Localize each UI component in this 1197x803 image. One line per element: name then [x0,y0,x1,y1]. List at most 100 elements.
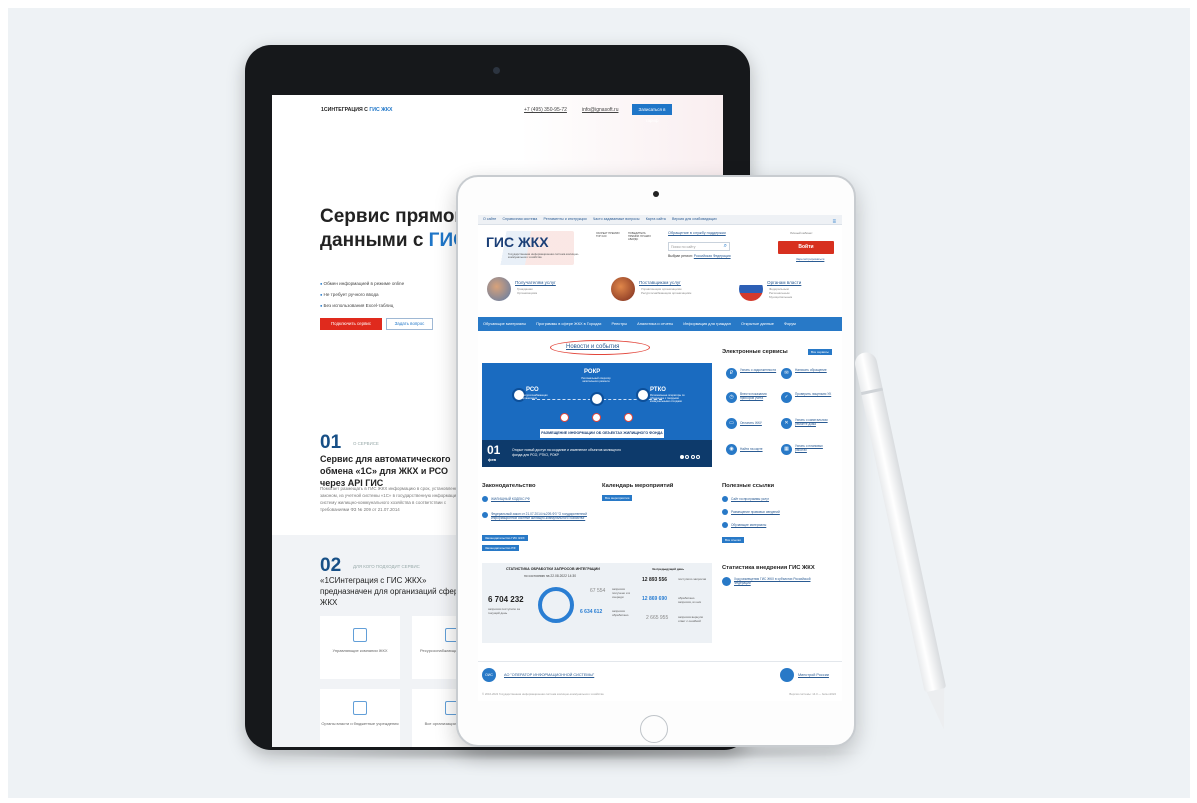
service-link[interactable]: Внести показания приборов учета [740,392,780,400]
prev-errors-label: запросов вернули ответ с ошибкой [678,615,704,623]
service-link[interactable]: Найти на карте [740,447,780,451]
law-gis-button[interactable]: Законодательство ГИС ЖКХ [482,535,528,541]
support-link[interactable]: Обращение в службу поддержки [668,231,726,235]
slide-right-title: РТКО [650,387,666,393]
nav-item[interactable]: Информация для граждан [683,321,731,326]
region-selector[interactable]: Выбран регион: Российская Федерация [668,254,731,258]
law-rf-button[interactable]: Законодательство РФ [482,545,519,551]
useful-link[interactable]: Сайт госпрограммы услуг [731,497,769,501]
license-icon: ✓ [781,392,792,403]
camera-icon [493,67,500,74]
nav-item[interactable]: Аналитика и отчеты [637,321,673,326]
top-link[interactable]: Справочная система [502,217,537,221]
prev-errors: 2 665 955 [646,615,669,621]
logo[interactable]: 1СИНТЕГРАЦИЯ С ГИС ЖКХ [321,107,392,113]
search-icon[interactable]: ⌕ [724,243,727,250]
section-text: Помогает размещать в ГИС ЖКХ информацию … [320,486,469,512]
meter-icon: ◷ [726,392,737,403]
all-events-button[interactable]: Все мероприятия [602,495,633,501]
section-tag: О СЕРВИСЕ [353,441,379,446]
search-input[interactable]: Поиск по сайту ⌕ [668,242,730,251]
all-services-button[interactable]: Все сервисы [808,349,832,355]
slider-dot[interactable] [685,455,689,459]
slide-center-title: РОКР [584,369,601,375]
bullet-item: Без использования Excel-таблиц [320,300,404,311]
prev-processed: 12 869 690 [642,596,668,602]
slider-dot[interactable] [696,455,700,459]
top-link[interactable]: Карта сайта [646,217,666,221]
law-link[interactable]: Федеральный закон от 21.07.2014 №209-ФЗ … [491,512,591,520]
news-link[interactable]: Новости и события [566,344,619,350]
service-link[interactable]: Написать обращение [795,368,835,372]
ask-button[interactable]: Задать вопрос [386,318,433,330]
logo-subtitle: Государственная информационная система ж… [508,252,579,260]
login-button[interactable]: Войти [778,241,834,254]
slide-month: фев [488,457,497,462]
role-consumers[interactable]: Получателям услуг Гражданам Организациям [482,270,592,306]
slide-left-title: РСО [526,387,539,393]
top-links-bar: О сайте Справочная система Регламенты и … [478,215,842,225]
nav-item[interactable]: Программы в сфере ЖКХ в Городах [536,321,601,326]
copyright: © 2016-2022 Государственная информационн… [482,692,604,696]
ministry-link[interactable]: Минстрой России [798,673,829,677]
footer: ОИС АО "ОПЕРАТОР ИНФОРМАЦИОННОЙ СИСТЕМЫ"… [478,661,842,689]
camera-icon [653,191,659,197]
top-link[interactable]: Версия для слабовидящих [672,217,717,221]
useful-link[interactable]: Обучающие материалы [731,523,766,527]
version: Версия системы: 14.0 — beta-v2022 [789,692,836,696]
audience-card[interactable]: Управляющие компании ЖКХ [320,616,400,679]
role-photo [611,277,635,301]
slider-dot[interactable] [679,455,684,459]
audience-card[interactable]: Органы власти и бюджетные учреждения [320,689,400,747]
top-link[interactable]: О сайте [483,217,496,221]
total-requests: 6 704 232 [488,595,524,604]
service-link[interactable]: Узнать о капитальном ремонте дома [795,418,835,426]
gis-logo[interactable]: ГИС ЖКХ [486,234,549,250]
home-button[interactable] [640,715,668,743]
register-link[interactable]: Зарегистрироваться [796,257,824,261]
phone-link[interactable]: +7 (495) 350-95-72 [524,107,567,113]
implementation-link[interactable]: Ход размещения ГИС ЖКХ в субъектах Росси… [734,577,824,585]
section-number: 01 [320,432,342,453]
role-authorities[interactable]: Органам власти Федеральным Региональным … [734,270,842,306]
progress-ring [538,587,574,623]
connect-button[interactable]: Подключить сервис [320,318,382,330]
news-slider[interactable]: РОКР Региональный оператор капитального … [482,363,712,467]
roles-row: Получателям услуг Гражданам Организациям… [478,270,842,310]
header-button[interactable]: Записаться в тариф [632,104,672,123]
operator-link[interactable]: АО "ОПЕРАТОР ИНФОРМАЦИОННОЙ СИСТЕМЫ" [504,673,594,677]
slide-banner: РАЗМЕЩЕНИЕ ИНФОРМАЦИИ ОБ ОБЪЕКТАХ ЖИЛИЩН… [540,429,664,438]
link-icon [722,496,728,502]
map-icon [722,577,731,586]
service-link[interactable]: Узнать о задолженности [740,368,780,372]
nav-item[interactable]: Форум [784,321,796,326]
link-icon [722,522,728,528]
law-title: Законодательство [482,483,536,489]
law-link[interactable]: ЖИЛИЩНЫЙ КОДЕКС РФ [491,497,591,501]
service-link[interactable]: Узнать о плановых работах [795,444,835,452]
pin-icon [624,413,633,422]
role-providers[interactable]: Поставщикам услуг Управляющим организаци… [606,270,716,306]
all-links-button[interactable]: Все ссылки [722,537,744,543]
calendar-icon: ▦ [781,444,792,455]
queue-label: запросов получено и в очереди [612,587,630,599]
nav-item[interactable]: Открытые данные [741,321,774,326]
services-title: Электронные сервисы [722,349,788,355]
total-label: запросов поступило за текущий день [488,607,520,615]
front-tablet: О сайте Справочная система Регламенты и … [456,175,856,747]
slider-dot[interactable] [690,455,695,459]
nav-item[interactable]: Реестры [612,321,627,326]
useful-link[interactable]: Размещение правовых сведений [731,510,780,514]
top-link[interactable]: Регламенты и инструкции [543,217,586,221]
processed-count: 6 634 612 [580,609,603,615]
service-link[interactable]: Проверить лицензию УК [795,392,835,396]
operator-logo-icon: ОИС [482,668,496,682]
service-link[interactable]: Оплатить ЖКУ [740,421,780,425]
chat-icon: ✉ [781,368,792,379]
flag-photo [739,277,763,301]
ministry-logo-icon [780,668,794,682]
email-link[interactable]: info@ignasoft.ru [582,107,618,113]
top-link[interactable]: Часто задаваемые вопросы [593,217,640,221]
nav-item[interactable]: Обучающие материалы [483,321,526,326]
menu-icon[interactable]: ≡ [832,219,836,225]
